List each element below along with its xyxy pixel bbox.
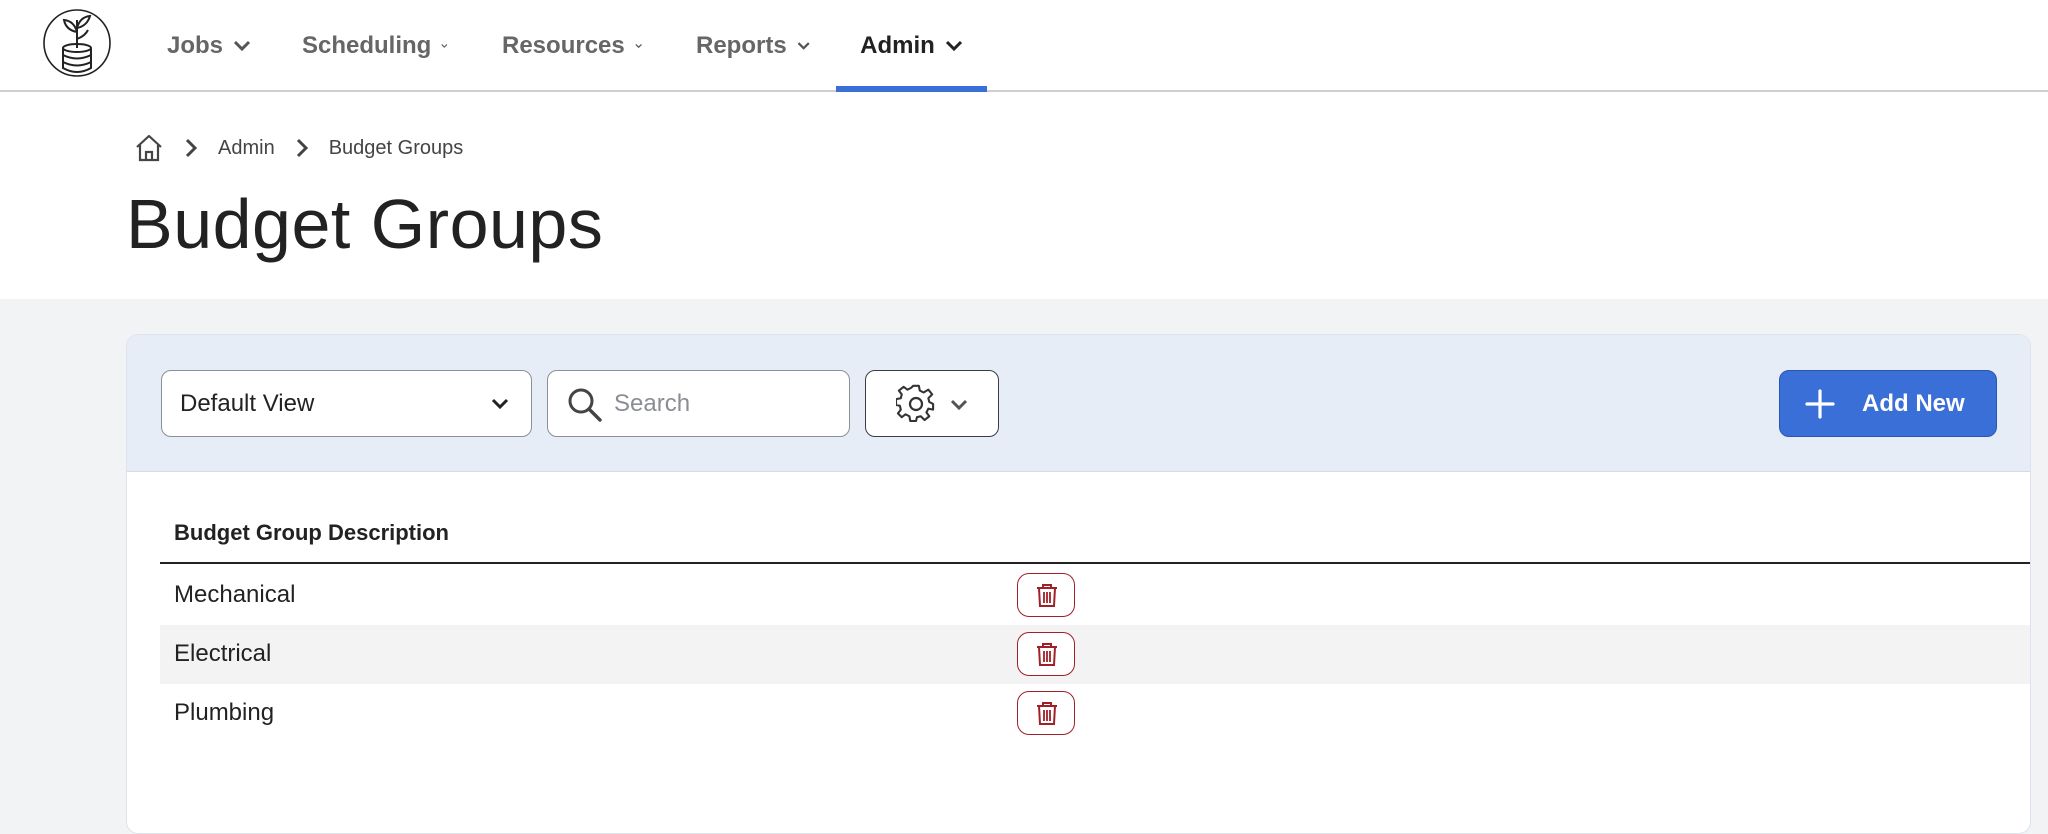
view-select[interactable]: Default View — [161, 370, 532, 437]
trash-icon — [1037, 584, 1057, 607]
table-row: Electrical — [160, 625, 2030, 684]
nav-item-label: Admin — [860, 32, 935, 59]
gear-icon — [896, 384, 935, 423]
breadcrumb-item-admin[interactable]: Admin — [218, 137, 275, 160]
nav-item-label: Scheduling — [302, 32, 432, 59]
settings-menu-button[interactable] — [865, 370, 999, 437]
page-title: Budget Groups — [126, 185, 604, 263]
row-description[interactable]: Mechanical — [174, 581, 295, 609]
nav-item-label: Reports — [696, 32, 787, 59]
nav-item-label: Resources — [502, 32, 625, 59]
chevron-down-icon — [441, 44, 448, 48]
toolbar: Default View Add New — [127, 335, 2030, 472]
chevron-down-icon — [945, 40, 962, 52]
home-icon[interactable] — [134, 133, 164, 163]
chevron-right-icon — [296, 138, 308, 158]
view-select-value: Default View — [180, 389, 315, 417]
delete-button[interactable] — [1017, 573, 1075, 617]
logo-icon[interactable] — [40, 6, 114, 80]
add-new-label: Add New — [1862, 389, 1965, 417]
trash-icon — [1037, 702, 1057, 725]
table-row: Mechanical — [160, 566, 2030, 625]
row-description[interactable]: Electrical — [174, 640, 271, 668]
nav-item-admin[interactable]: Admin — [836, 0, 987, 94]
table-row: Plumbing — [160, 684, 2030, 743]
breadcrumb-item-current: Budget Groups — [328, 136, 464, 159]
delete-button[interactable] — [1017, 691, 1075, 735]
add-new-button[interactable]: Add New — [1779, 370, 1997, 437]
chevron-down-icon — [635, 43, 642, 49]
nav-item-label: Jobs — [166, 32, 223, 59]
plus-icon — [1805, 388, 1835, 419]
chevron-down-icon — [950, 399, 968, 411]
top-navigation: Jobs Scheduling Resources Reports Admin — [0, 0, 2048, 94]
breadcrumb: Admin Budget Groups — [134, 132, 463, 164]
row-description[interactable]: Plumbing — [174, 699, 274, 727]
column-header-description[interactable]: Budget Group Description — [174, 520, 449, 546]
page-header: Admin Budget Groups Budget Groups — [0, 92, 2048, 299]
nav-item-resources[interactable]: Resources — [502, 0, 642, 92]
table-header: Budget Group Description — [160, 510, 2030, 564]
trash-icon — [1037, 643, 1057, 666]
nav-item-scheduling[interactable]: Scheduling — [302, 0, 448, 92]
search-input[interactable] — [614, 385, 834, 423]
search-icon — [568, 388, 602, 422]
chevron-down-icon — [797, 42, 810, 50]
budget-groups-card: Default View Add New Budget Group Des — [126, 334, 2031, 834]
nav-item-jobs[interactable]: Jobs — [166, 0, 252, 92]
chevron-down-icon — [491, 398, 509, 410]
chevron-down-icon — [233, 40, 251, 52]
nav-item-reports[interactable]: Reports — [696, 0, 810, 92]
search-box — [547, 370, 850, 437]
chevron-right-icon — [185, 138, 198, 158]
delete-button[interactable] — [1017, 632, 1075, 676]
